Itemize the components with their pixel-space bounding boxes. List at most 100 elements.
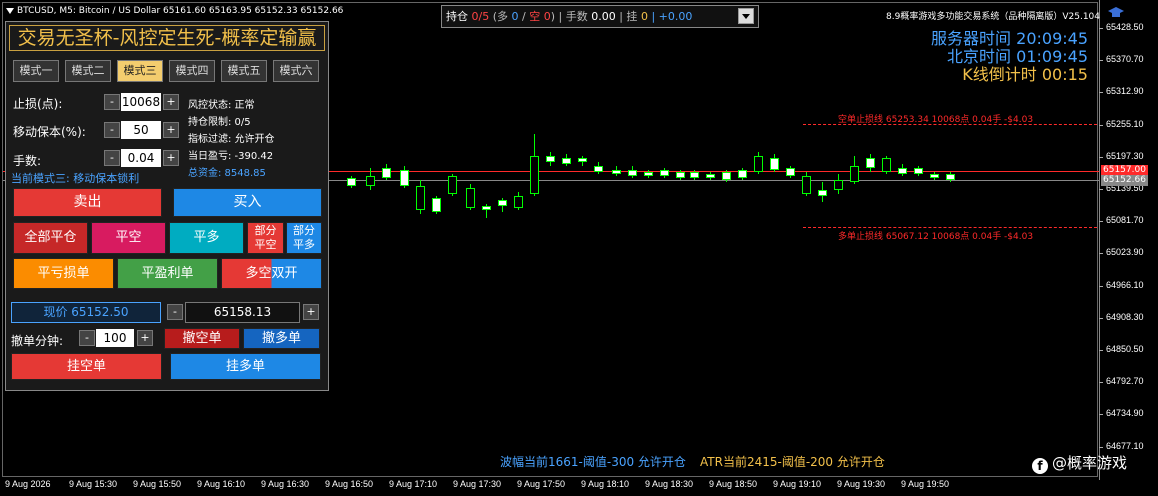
candle-body: [676, 172, 685, 178]
sell-button[interactable]: 卖出: [13, 188, 162, 217]
price-axis[interactable]: 65428.50 65370.70 65312.90 65255.10 65197.30…: [1099, 0, 1158, 480]
graduation-cap-icon[interactable]: [1108, 7, 1124, 19]
order-price-decrement[interactable]: -: [167, 304, 183, 320]
candle-body: [416, 186, 425, 210]
close-winners-button[interactable]: 平盈利单: [117, 258, 218, 289]
candle-body: [482, 206, 491, 210]
price-tick-label: 64677.10: [1099, 440, 1144, 451]
candle-body: [448, 176, 457, 194]
time-tick-label: 9 Aug 17:30: [453, 479, 502, 489]
candle-body: [706, 174, 715, 178]
order-price-input[interactable]: 65158.13: [185, 302, 300, 323]
stop-loss-input[interactable]: 10068: [121, 93, 161, 111]
buy-button[interactable]: 买入: [173, 188, 322, 217]
price-tick-label: 65255.10: [1099, 118, 1144, 129]
candle-body: [770, 158, 779, 170]
breakeven-label: 移动保本(%):: [13, 125, 86, 139]
time-tick-label: 9 Aug 18:50: [709, 479, 758, 489]
cancel-short-orders-button[interactable]: 撤空单: [164, 328, 240, 349]
close-all-button[interactable]: 全部平仓: [13, 222, 88, 254]
time-tick-label: 9 Aug 19:10: [773, 479, 822, 489]
price-tick-label: 64792.70: [1099, 376, 1144, 387]
candle-body: [802, 176, 811, 194]
candle-body: [914, 168, 923, 174]
chevron-down-icon[interactable]: [738, 8, 754, 24]
current-price-display: 现价 65152.50: [11, 302, 161, 323]
stop-loss-increment[interactable]: +: [163, 94, 179, 110]
stop-loss-decrement[interactable]: -: [104, 94, 120, 110]
risk-status: 风控状态: 正常: [188, 100, 255, 111]
cancel-minutes-input[interactable]: 100: [96, 329, 134, 347]
price-tick-label: 65197.30: [1099, 150, 1144, 161]
candle-body: [400, 170, 409, 186]
mode-3-button[interactable]: 模式三: [117, 60, 163, 82]
current-mode-label: 当前模式三: 移动保本锁利: [11, 172, 140, 185]
lots-input[interactable]: 0.04: [121, 149, 161, 167]
candle-body: [347, 178, 356, 186]
time-tick-label: 9 Aug 2026: [5, 479, 51, 489]
candle-body: [628, 170, 637, 176]
mode-5-button[interactable]: 模式五: [221, 60, 267, 82]
partial-close-short-button[interactable]: 部分 平空: [247, 222, 284, 254]
close-long-button[interactable]: 平多: [169, 222, 244, 254]
price-tick-label: 64734.90: [1099, 408, 1144, 419]
current-price-tag: 65152.66: [1101, 175, 1148, 186]
cancel-minutes-label: 撤单分钟:: [11, 334, 64, 348]
lots-decrement[interactable]: -: [104, 150, 120, 166]
time-tick-label: 9 Aug 19:50: [901, 479, 950, 489]
candle-body: [530, 156, 539, 194]
time-tick-label: 9 Aug 16:30: [261, 479, 310, 489]
close-losers-button[interactable]: 平亏损单: [13, 258, 114, 289]
breakeven-decrement[interactable]: -: [104, 122, 120, 138]
mode-6-button[interactable]: 模式六: [273, 60, 319, 82]
candle-body: [466, 188, 475, 208]
stop-loss-label: 止损(点):: [13, 97, 63, 111]
candle-body: [514, 196, 523, 208]
breakeven-increment[interactable]: +: [163, 122, 179, 138]
candle-body: [690, 172, 699, 178]
position-status-bar: 持仓 0/5 (多 0 / 空 0) | 手数 0.00 | 挂 0 | +0.…: [441, 5, 759, 28]
candle-body: [754, 156, 763, 172]
pending-short-button[interactable]: 挂空单: [11, 353, 162, 380]
close-short-button[interactable]: 平空: [91, 222, 166, 254]
cancel-long-orders-button[interactable]: 撤多单: [243, 328, 320, 349]
mode-1-button[interactable]: 模式一: [13, 60, 59, 82]
candle-body: [722, 172, 731, 180]
candle-body: [382, 168, 391, 178]
partial-close-long-button[interactable]: 部分 平多: [286, 222, 322, 254]
pending-long-button[interactable]: 挂多单: [170, 353, 321, 380]
cancel-minutes-increment[interactable]: +: [137, 330, 153, 346]
price-tick-label: 65023.90: [1099, 247, 1144, 258]
time-tick-label: 9 Aug 16:50: [325, 479, 374, 489]
lots-label: 手数:: [13, 154, 42, 168]
candle-body: [594, 166, 603, 172]
symbol-info: BTCUSD, M5: Bitcoin / US Dollar 65161.60…: [6, 6, 343, 16]
mode-4-button[interactable]: 模式四: [169, 60, 215, 82]
order-price-increment[interactable]: +: [303, 304, 319, 320]
atr-info: ATR当前2415-阈值-200 允许开仓: [700, 455, 885, 469]
lots-increment[interactable]: +: [163, 150, 179, 166]
buy-stop-loss-line[interactable]: [803, 227, 1097, 228]
dropdown-triangle-icon[interactable]: [6, 7, 14, 14]
candle-countdown: K线倒计时 00:15: [962, 65, 1088, 84]
candle-body: [738, 170, 747, 178]
total-funds: 总资金: 8548.85: [188, 168, 266, 179]
time-axis[interactable]: 9 Aug 2026 9 Aug 15:30 9 Aug 15:50 9 Aug 16…: [2, 477, 1098, 496]
panel-title: 交易无圣杯-风控定生死-概率定输赢: [9, 25, 325, 51]
candle-body: [946, 174, 955, 180]
time-tick-label: 9 Aug 15:30: [69, 479, 118, 489]
buy-stop-loss-label: 多单止损线 65067.12 10068点 0.04手 -$4.03: [838, 232, 1034, 242]
position-limit: 持仓限制: 0/5: [188, 117, 251, 128]
price-tick-label: 65428.50: [1099, 22, 1144, 32]
breakeven-input[interactable]: 50: [121, 121, 161, 139]
candle-body: [834, 180, 843, 190]
hedge-open-button[interactable]: 多空双开: [221, 258, 322, 289]
candle-body: [866, 158, 875, 168]
time-tick-label: 9 Aug 17:10: [389, 479, 438, 489]
mode-2-button[interactable]: 模式二: [65, 60, 111, 82]
candle-body: [612, 170, 621, 174]
cancel-minutes-decrement[interactable]: -: [79, 330, 95, 346]
time-tick-label: 9 Aug 18:30: [645, 479, 694, 489]
daily-pnl: 当日盈亏: -390.42: [188, 151, 274, 162]
sell-stop-loss-label: 空单止损线 65253.34 10068点 0.04手 -$4.03: [838, 115, 1034, 125]
